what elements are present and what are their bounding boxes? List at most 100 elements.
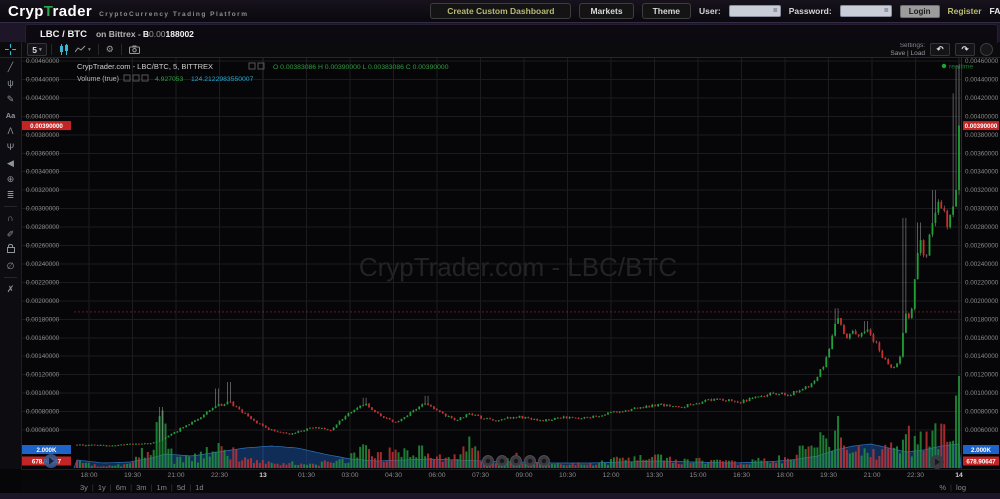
- user-label: User:: [699, 6, 721, 16]
- camera-icon: [129, 45, 140, 54]
- toolbar-divider: [121, 44, 122, 55]
- range-1d[interactable]: 1d: [191, 483, 207, 492]
- scroll-to-realtime-button[interactable]: [930, 455, 944, 469]
- create-custom-dashboard-button[interactable]: Create Custom Dashboard: [430, 3, 571, 19]
- bar-pattern-tool[interactable]: ≣: [3, 188, 18, 202]
- chart-style-button[interactable]: ▾: [72, 44, 94, 56]
- user-input[interactable]: ≣: [729, 5, 781, 17]
- time-tick-label: 22:30: [907, 472, 924, 479]
- crosshair-icon: [5, 44, 16, 55]
- range-5d[interactable]: 5d: [173, 483, 189, 492]
- candlestick-icon: [59, 44, 69, 55]
- app-logo[interactable]: CrypTrader: [8, 3, 92, 20]
- candlestick-style-button[interactable]: [56, 44, 72, 56]
- brush-tool[interactable]: ✎: [3, 92, 18, 106]
- realtime-dot-icon: [942, 64, 946, 68]
- time-tick-label: 06:00: [428, 472, 445, 479]
- svg-text:O 0.00383086 H 0.00390000 L: O 0.00383086 H 0.00390000 L 0.00383086 C…: [273, 64, 449, 71]
- svg-text:CrypTrader.com - LBC/BTC, 5, B: CrypTrader.com - LBC/BTC, 5, BITTREX: [77, 62, 213, 71]
- time-tick-label: 19:30: [124, 472, 141, 479]
- time-tick-label: 12:00: [602, 472, 619, 479]
- arrow-marker-tool[interactable]: ◀: [3, 156, 18, 170]
- svg-text:realtime: realtime: [949, 64, 973, 71]
- chevron-down-icon: ▾: [39, 47, 42, 53]
- scale-%[interactable]: %: [935, 483, 950, 492]
- time-tick-label: 16:30: [733, 472, 750, 479]
- logo-suffix: rader: [53, 3, 93, 20]
- svg-text:0.00140000: 0.00140000: [965, 353, 999, 360]
- register-link[interactable]: Register: [948, 6, 982, 16]
- time-tick-label: 13: [259, 472, 267, 479]
- app-header: CrypTrader CryptoCurrency Trading Platfo…: [0, 0, 1000, 23]
- scale-selector: %|log: [935, 483, 970, 492]
- svg-text:0.00240000: 0.00240000: [965, 261, 999, 268]
- password-input[interactable]: ≣: [840, 5, 892, 17]
- interval-select[interactable]: 5 ▾: [27, 43, 47, 56]
- tab-pair-label: LBC / BTC: [40, 29, 87, 40]
- lock-all-tool[interactable]: [3, 243, 18, 257]
- gear-icon: ⚙: [106, 45, 114, 54]
- range-1m[interactable]: 1m: [153, 483, 171, 492]
- faq-link[interactable]: FAQ: [990, 6, 1000, 16]
- volume-eye-icon[interactable]: [133, 75, 139, 81]
- settings-save-load[interactable]: Save | Load: [890, 50, 925, 57]
- time-tick-label: 01:30: [298, 472, 315, 479]
- theme-button[interactable]: Theme: [642, 3, 691, 19]
- svg-text:CrypTrader.com - LBC/BTC: CrypTrader.com - LBC/BTC: [359, 252, 677, 282]
- market-tab-bar: LBC / BTC on Bittrex - B 0.00 188002: [25, 24, 998, 43]
- measure-tool[interactable]: ✐: [3, 227, 18, 241]
- login-button[interactable]: Login: [900, 5, 940, 18]
- svg-text:0.00280000: 0.00280000: [965, 224, 999, 231]
- svg-text:0.00380000: 0.00380000: [26, 132, 60, 139]
- screenshot-round-button[interactable]: [980, 43, 993, 56]
- crosshair-tool[interactable]: [0, 42, 22, 57]
- time-tick-label: 18:00: [80, 472, 97, 479]
- range-6m[interactable]: 6m: [112, 483, 130, 492]
- volume-settings-icon[interactable]: [124, 75, 130, 81]
- svg-text:0.00140000: 0.00140000: [26, 353, 60, 360]
- svg-text:0.00120000: 0.00120000: [965, 372, 999, 379]
- svg-text:0.00420000: 0.00420000: [26, 95, 60, 102]
- range-3m[interactable]: 3m: [132, 483, 150, 492]
- indicator-settings-button[interactable]: ⚙: [103, 44, 117, 56]
- volume-close-icon[interactable]: [142, 75, 148, 81]
- range-3y[interactable]: 3y: [76, 483, 92, 492]
- svg-text:0.00400000: 0.00400000: [26, 113, 60, 120]
- tab-exchange-label: on Bittrex -: [96, 29, 141, 39]
- remove-all-tool[interactable]: ✗: [3, 282, 18, 296]
- legend-settings-icon[interactable]: [249, 63, 255, 69]
- tab-lbc-btc[interactable]: LBC / BTC on Bittrex - B 0.00 188002: [26, 29, 194, 40]
- snapshot-button[interactable]: [126, 44, 143, 56]
- range-1y[interactable]: 1y: [94, 483, 110, 492]
- time-tick-label: 09:00: [515, 472, 532, 479]
- svg-text:0.00280000: 0.00280000: [26, 224, 60, 231]
- input-grip-icon: ≣: [884, 8, 889, 14]
- price-chart[interactable]: CrypTrader.com - LBC/BTC0.004600000.0046…: [21, 57, 1000, 469]
- cryptrader-app: CrypTrader CryptoCurrency Trading Platfo…: [0, 0, 1000, 499]
- zoom-in-tool[interactable]: ⊕: [3, 172, 18, 186]
- prediction-tool[interactable]: Ψ: [3, 140, 18, 154]
- hide-all-tool[interactable]: ∅: [3, 259, 18, 273]
- svg-text:0.00180000: 0.00180000: [965, 316, 999, 323]
- pitchfork-tool[interactable]: ψ: [3, 76, 18, 90]
- magnet-tool[interactable]: ∩: [3, 211, 18, 225]
- range-selector: 3y|1y|6m|3m|1m|5d|1d: [76, 483, 208, 492]
- svg-text:0.00160000: 0.00160000: [965, 335, 999, 342]
- time-tick-label: 21:00: [863, 472, 880, 479]
- xabcd-pattern-tool[interactable]: Λ: [3, 124, 18, 138]
- undo-icon: ↶: [936, 44, 943, 55]
- undo-button[interactable]: ↶: [930, 43, 950, 56]
- svg-text:678.90647: 678.90647: [966, 458, 996, 465]
- svg-text:0.00390000: 0.00390000: [965, 123, 998, 130]
- time-tick-label: 13:30: [646, 472, 663, 479]
- svg-text:0.00380000: 0.00380000: [965, 132, 999, 139]
- scale-log[interactable]: log: [952, 483, 970, 492]
- trend-line-tool[interactable]: ╱: [3, 60, 18, 74]
- text-tool[interactable]: Aa: [3, 108, 18, 122]
- redo-button[interactable]: ↷: [955, 43, 975, 56]
- svg-text:0.00420000: 0.00420000: [965, 95, 999, 102]
- svg-text:0.00300000: 0.00300000: [26, 206, 60, 213]
- svg-text:0.00460000: 0.00460000: [26, 58, 60, 65]
- left-scroll-button[interactable]: [44, 454, 58, 468]
- markets-button[interactable]: Markets: [579, 3, 633, 19]
